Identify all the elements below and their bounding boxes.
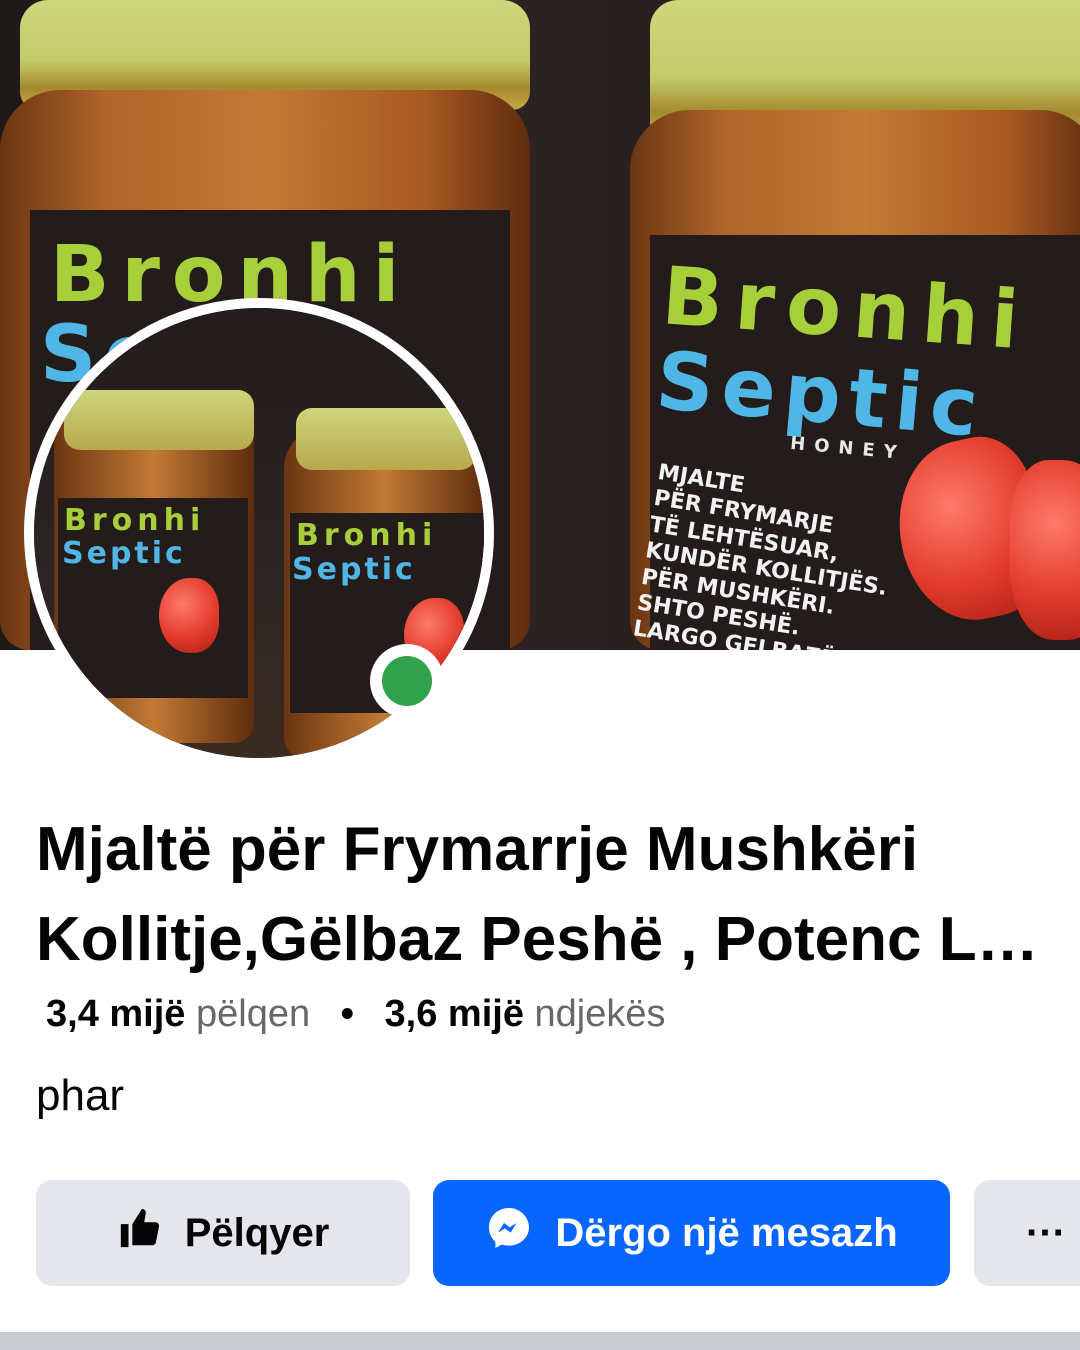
- send-message-label: Dërgo një mesazh: [555, 1210, 898, 1255]
- likes-label[interactable]: pëlqen: [196, 993, 310, 1035]
- section-divider: [0, 1332, 1080, 1350]
- page-title-line2: Kollitje,Gëlbaz Peshë , Potenc L…: [36, 905, 1039, 974]
- stats-separator: •: [340, 993, 354, 1035]
- page-title: Mjaltë për Frymarrje Mushkëri Kollitje,G…: [36, 805, 1080, 985]
- like-button-label: Pëlqyer: [184, 1210, 330, 1255]
- page-category: phar: [36, 1071, 125, 1120]
- thumbs-up-icon: [117, 1205, 163, 1261]
- page-title-line1: Mjaltë për Frymarrje Mushkëri: [36, 815, 919, 884]
- like-button[interactable]: Pëlqyer: [36, 1180, 410, 1286]
- followers-label[interactable]: ndjekës: [535, 993, 666, 1035]
- more-options-icon: ···: [1026, 1210, 1066, 1255]
- page-stats: 3,4 mijë pëlqen • 3,6 mijë ndjekës: [46, 990, 666, 1038]
- send-message-button[interactable]: Dërgo një mesazh: [433, 1180, 950, 1286]
- likes-count[interactable]: 3,4 mijë: [46, 993, 185, 1035]
- online-status-icon: [370, 644, 444, 718]
- messenger-icon: [485, 1204, 533, 1262]
- more-options-button[interactable]: ···: [974, 1180, 1080, 1286]
- followers-count[interactable]: 3,6 mijë: [385, 993, 524, 1035]
- lung-illustration-right: [1010, 460, 1080, 640]
